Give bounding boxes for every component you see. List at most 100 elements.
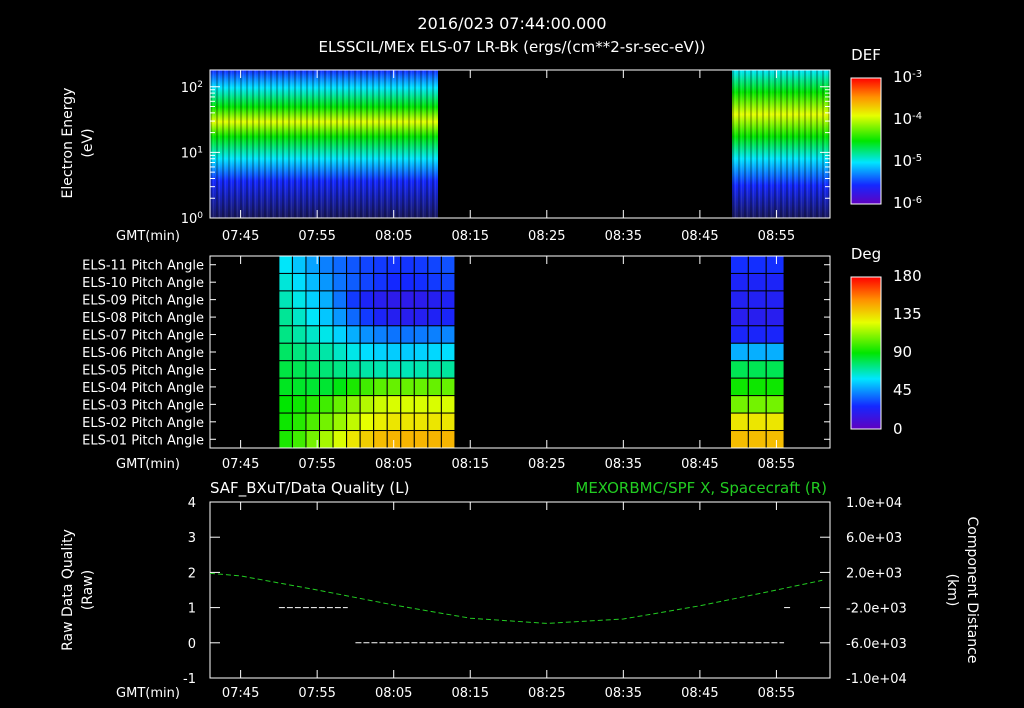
pitch-cell bbox=[332, 272, 348, 292]
quality-title-right: MEXORBMC/SPF X, Spacecraft (R) bbox=[575, 479, 827, 497]
pitch-cell bbox=[765, 395, 785, 414]
pitch-cell bbox=[278, 290, 293, 309]
pitch-cell bbox=[305, 325, 321, 344]
pitch-cell bbox=[427, 290, 442, 309]
pitch-cell bbox=[332, 342, 348, 362]
timestamp: 2016/023 07:44:00.000 bbox=[417, 14, 606, 33]
def-tick-2: 10-4 bbox=[893, 110, 922, 128]
pitch-cell bbox=[346, 325, 361, 344]
pitch-row-label: ELS-05 Pitch Angle bbox=[82, 363, 204, 378]
pitch-cell bbox=[319, 290, 334, 309]
pitch-row-labels: ELS-11 Pitch Angle ELS-10 Pitch Angle ELS-… bbox=[82, 259, 830, 448]
quality-y-tick-label: 0 bbox=[188, 637, 196, 652]
energy-panel: 100 101 102 Electron Energy (eV) 07:45 07:5… bbox=[60, 69, 831, 244]
distance-ylabel: Component Distance bbox=[964, 517, 980, 664]
pitch-cell bbox=[305, 290, 321, 309]
def-colorbar-scale bbox=[850, 77, 882, 205]
pitch-cell bbox=[440, 412, 456, 432]
pitch-cell bbox=[373, 307, 388, 327]
spacecraft-x-line bbox=[209, 572, 823, 624]
pitch-cell bbox=[305, 360, 321, 379]
def-colorbar: DEF 10-3 10-4 10-5 10-6 bbox=[850, 46, 922, 212]
def-tick-1: 10-3 bbox=[893, 68, 922, 86]
pitch-row-label: ELS-01 Pitch Angle bbox=[82, 433, 204, 448]
pitch-cell bbox=[359, 290, 375, 309]
pitch-cell bbox=[291, 342, 307, 362]
pitch-cell bbox=[386, 307, 402, 327]
pitch-cell bbox=[765, 290, 785, 309]
pitch-cell bbox=[278, 377, 293, 397]
pitch-cell bbox=[373, 430, 388, 449]
pitch-cell bbox=[305, 342, 321, 362]
pitch-row-label: ELS-03 Pitch Angle bbox=[82, 398, 204, 413]
quality-y-tick-label: 1 bbox=[188, 602, 196, 617]
pitch-cell bbox=[332, 377, 348, 397]
pitch-cell bbox=[291, 395, 307, 414]
pitch-cell bbox=[413, 255, 429, 274]
pitch-cell bbox=[427, 272, 442, 292]
pitch-cell bbox=[400, 272, 415, 292]
deg-colorbar-label: Deg bbox=[851, 245, 881, 263]
pitch-cell bbox=[440, 360, 456, 379]
quality-panel: SAF_BXuT/Data Quality (L) MEXORBMC/SPF X… bbox=[60, 479, 980, 701]
pitch-cell bbox=[400, 430, 415, 449]
pitch-cell bbox=[400, 307, 415, 327]
pitch-cell bbox=[747, 377, 767, 397]
pitch-cell bbox=[413, 307, 429, 327]
pitch-cell bbox=[729, 412, 749, 432]
quality-y-tick-label: 4 bbox=[188, 496, 196, 511]
pitch-cell bbox=[291, 377, 307, 397]
pitch-cell bbox=[440, 430, 456, 449]
pitch-cell bbox=[373, 395, 388, 414]
pitch-cell bbox=[440, 255, 456, 274]
x-tick-label: 08:05 bbox=[375, 229, 412, 244]
pitch-cell bbox=[346, 395, 361, 414]
pitch-cell bbox=[747, 290, 767, 309]
pitch-cell bbox=[747, 395, 767, 414]
x-tick-label: 07:45 bbox=[222, 457, 259, 472]
pitch-cell bbox=[346, 342, 361, 362]
quality-y-ticks-right: 1.0e+04 6.0e+03 2.0e+03 -2.0e+03 -6.0e+03 -1.… bbox=[820, 496, 907, 687]
pitch-cell bbox=[319, 377, 334, 397]
def-colorbar-ticks: 10-3 10-4 10-5 10-6 bbox=[893, 68, 922, 212]
pitch-cell bbox=[332, 360, 348, 379]
x-tick-label: 08:05 bbox=[375, 457, 412, 472]
distance-y-tick-label: 2.0e+03 bbox=[846, 566, 902, 581]
pitch-cell bbox=[291, 430, 307, 449]
pitch-cell bbox=[440, 325, 456, 344]
quality-y-tick-label: 3 bbox=[188, 531, 196, 546]
energy-yunit: (eV) bbox=[80, 128, 96, 157]
pitch-cell bbox=[747, 307, 767, 327]
pitch-cell bbox=[332, 307, 348, 327]
pitch-cell bbox=[332, 412, 348, 432]
pitch-cell bbox=[765, 307, 785, 327]
pitch-cell bbox=[305, 412, 321, 432]
pitch-cell bbox=[400, 255, 415, 274]
pitch-cell bbox=[332, 290, 348, 309]
pitch-cell bbox=[291, 290, 307, 309]
energy-data-1-noise bbox=[210, 70, 438, 218]
pitch-cell bbox=[729, 255, 749, 274]
x-tick-label: 08:05 bbox=[375, 686, 412, 701]
pitch-cell bbox=[729, 395, 749, 414]
pitch-cell bbox=[729, 377, 749, 397]
pitch-cell bbox=[413, 272, 429, 292]
quality-axes bbox=[209, 501, 831, 679]
pitch-cell bbox=[413, 377, 429, 397]
quality-y-tick-label: 2 bbox=[188, 566, 196, 581]
pitch-row-label: ELS-07 Pitch Angle bbox=[82, 329, 204, 344]
pitch-cell bbox=[359, 430, 375, 449]
quality-y-tick-label: -1 bbox=[183, 672, 196, 687]
pitch-cell bbox=[386, 290, 402, 309]
pitch-cell bbox=[278, 272, 293, 292]
pitch-cell bbox=[346, 307, 361, 327]
pitch-cell bbox=[346, 377, 361, 397]
pitch-cell bbox=[291, 325, 307, 344]
pitch-cell bbox=[747, 360, 767, 379]
def-colorbar-label: DEF bbox=[851, 46, 881, 64]
pitch-cell bbox=[386, 377, 402, 397]
pitch-cell bbox=[765, 255, 785, 274]
pitch-cell bbox=[346, 255, 361, 274]
pitch-cell bbox=[359, 412, 375, 432]
pitch-cell bbox=[747, 430, 767, 449]
